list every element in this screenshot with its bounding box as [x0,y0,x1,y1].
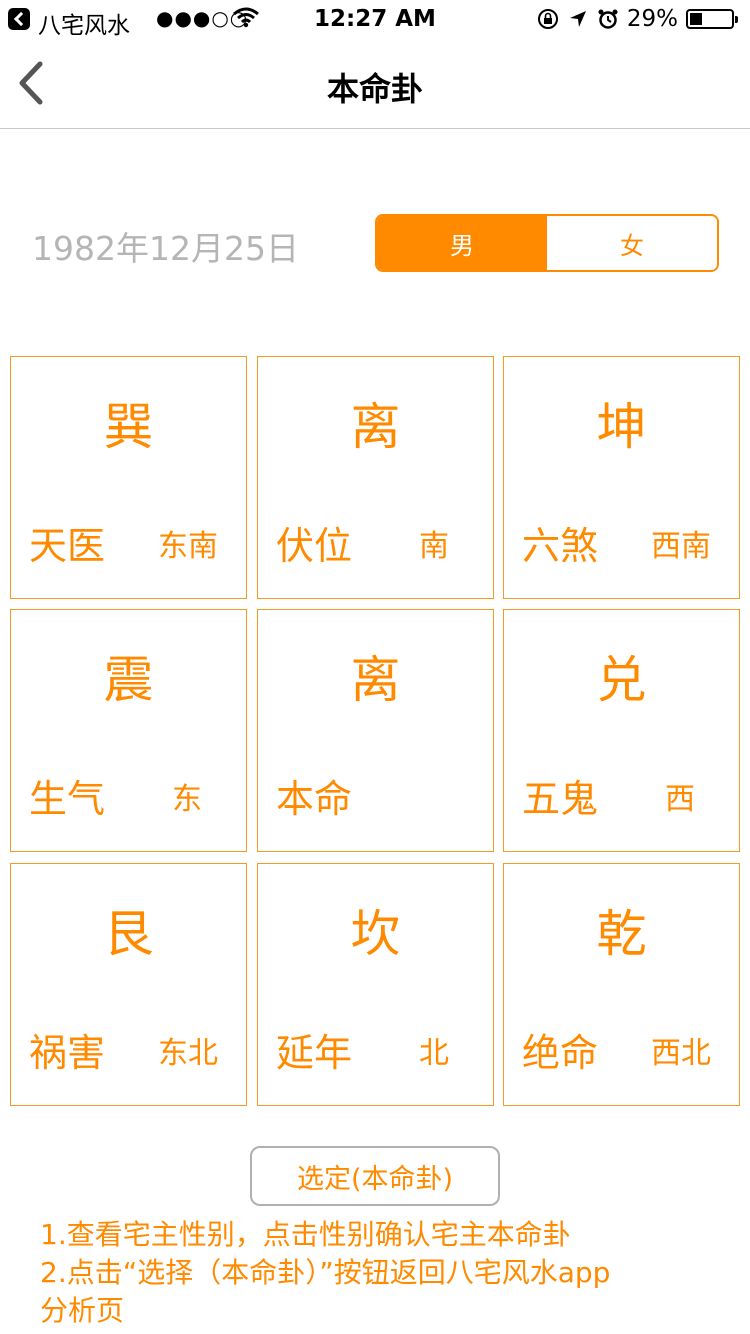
alarm-icon [597,8,619,30]
grid-cell-northwest: 乾 绝命 西北 [503,863,740,1106]
select-button[interactable]: 选定(本命卦) [250,1146,500,1206]
direction: 北 [419,1036,449,1071]
battery-icon [686,9,738,29]
gua-name: 巽 [103,398,154,456]
grid-cell-center: 离 本命 [257,609,494,852]
direction: 西北 [651,1036,711,1071]
page-title: 本命卦 [326,70,423,108]
navigation-bar: 本命卦 [0,40,750,129]
star-name: 祸害 [29,1031,106,1075]
direction: 南 [419,529,449,564]
star-name: 生气 [29,777,106,821]
star-name: 绝命 [522,1031,599,1075]
gua-name: 坤 [596,398,647,456]
status-bar: 八宅风水 ●●●○○ 12:27 AM 29% [0,0,750,40]
star-name: 天医 [29,524,106,568]
grid-cell-west: 兑 五鬼 西 [503,609,740,852]
location-arrow-icon [567,8,589,30]
gua-name: 兑 [596,651,647,709]
battery-percent: 29% [626,6,678,32]
grid-cell-north: 坎 延年 北 [257,863,494,1106]
gender-segmented-control: 男 女 [375,214,719,272]
grid-cell-east: 震 生气 东 [10,609,247,852]
direction: 西 [665,782,695,817]
note-line: 2.点击“选择（本命卦）”按钮返回八宅风水app [40,1256,611,1289]
grid-cell-southeast: 巽 天医 东南 [10,356,247,599]
direction: 东北 [158,1036,218,1071]
gua-name: 坎 [350,905,401,963]
birth-date: 1982年12月25日 [32,229,299,268]
star-name: 五鬼 [522,777,599,821]
direction: 东南 [158,529,218,564]
gender-male-option[interactable]: 男 [377,216,547,270]
star-name: 延年 [276,1031,353,1075]
instruction-note: 1.查看宅主性别，点击性别确认宅主本命卦 2.点击“选择（本命卦）”按钮返回八宅… [40,1216,740,1330]
gua-name: 震 [103,651,154,709]
star-name: 六煞 [522,524,599,568]
grid-cell-southwest: 坤 六煞 西南 [503,356,740,599]
gua-name: 离 [350,398,401,456]
gender-female-option[interactable]: 女 [547,216,717,270]
grid-cell-northeast: 艮 祸害 东北 [10,863,247,1106]
gua-name: 乾 [596,905,647,963]
star-name: 本命 [276,777,353,821]
grid-cell-south: 离 伏位 南 [257,356,494,599]
note-line: 分析页 [40,1294,125,1327]
gua-name: 离 [350,651,401,709]
note-line: 1.查看宅主性别，点击性别确认宅主本命卦 [40,1218,571,1251]
rotation-lock-icon [537,8,559,30]
direction: 东 [172,782,202,817]
star-name: 伏位 [276,524,353,568]
gua-name: 艮 [103,905,154,963]
direction: 西南 [651,529,711,564]
